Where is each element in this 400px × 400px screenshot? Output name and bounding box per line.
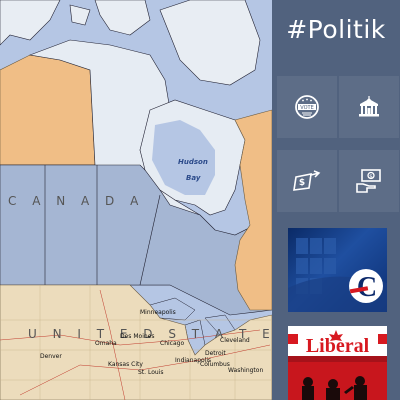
tile-row-bottom: $ $: [277, 150, 399, 212]
map-label-hudson: Hudson: [178, 158, 208, 166]
liberal-news-tile[interactable]: Liberal: [288, 326, 387, 400]
city-label: Kansas City: [108, 361, 143, 368]
government-tile[interactable]: [339, 76, 399, 138]
money-transfer-icon: $: [293, 170, 321, 191]
sidebar-panel: #Politik VOTE $ $ Liberal: [272, 0, 400, 400]
city-label: Denver: [40, 353, 62, 360]
city-label: Washington: [228, 367, 263, 374]
vote-tile[interactable]: VOTE: [277, 76, 337, 138]
liberal-logo: Liberal: [305, 335, 370, 357]
map-view[interactable]: C A N A D A U N I T E D S T A T E S Huds…: [0, 0, 272, 400]
map-svg: C A N A D A U N I T E D S T A T E S Huds…: [0, 0, 272, 400]
city-label: Columbus: [200, 361, 230, 368]
city-label: Chicago: [160, 340, 184, 347]
money-transfer-tile[interactable]: $: [277, 150, 337, 212]
city-label: Cleveland: [220, 337, 250, 344]
map-label-bay: Bay: [186, 174, 201, 182]
svg-text:VOTE: VOTE: [300, 105, 313, 111]
city-label: Detroit: [205, 350, 226, 357]
alaska-region: [0, 54, 96, 166]
city-label: St. Louis: [138, 369, 163, 376]
city-label: Omaha: [95, 340, 117, 347]
conservative-news-tile[interactable]: C: [288, 228, 387, 312]
tile-row-top: VOTE: [277, 76, 399, 138]
city-label: Des Moines: [120, 333, 154, 340]
conservative-news-image: C: [288, 238, 387, 312]
cash-hand-tile[interactable]: $: [339, 150, 399, 212]
map-label-canada: C A N A D A: [8, 194, 144, 208]
panel-title: #Politik: [286, 14, 386, 44]
hand-cash-icon: $: [356, 169, 381, 193]
svg-text:$: $: [299, 178, 305, 188]
vote-badge-icon: VOTE: [295, 95, 319, 119]
svg-text:$: $: [369, 174, 373, 180]
government-building-icon: [359, 96, 379, 117]
city-label: Minneapolis: [140, 309, 176, 316]
